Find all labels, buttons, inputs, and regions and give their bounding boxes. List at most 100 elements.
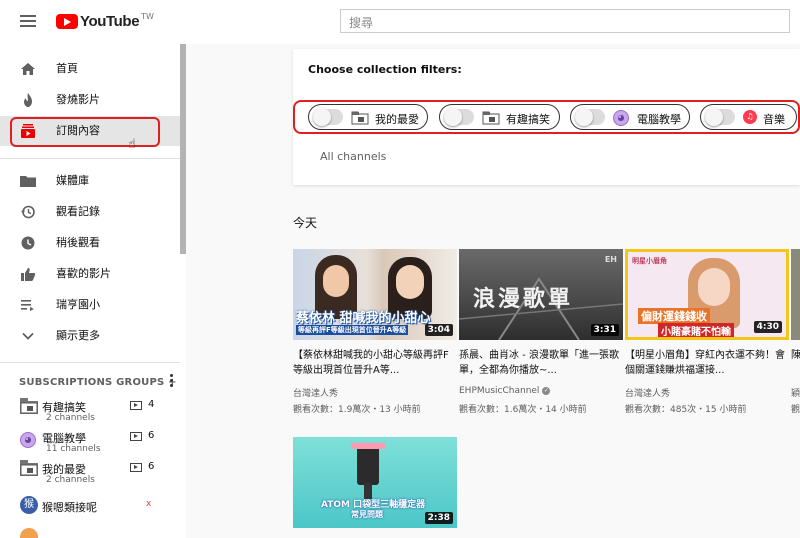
folder-icon [351,110,369,129]
sidebar-item-trending[interactable]: 發燒影片 [0,85,180,115]
tv-icon [130,401,142,410]
video-card[interactable]: 浪漫歌單 EH 3:31 孫晨、曲肖冰 - 浪漫歌單「進一張歌單，全都為你播放~… [459,249,623,429]
thumbs-up-icon [20,267,36,281]
chip-label: 音樂 [763,113,785,126]
thumbnail-corner-label: 明星小眉角 [632,257,667,265]
video-card[interactable]: 蔡依林 甜喊我的小甜心 等級再評F等級出現首位晉升A等級 3:04 【蔡依林甜喊… [293,249,457,429]
youtube-play-icon [56,14,78,29]
channel-name[interactable]: 台灣達人秀 [293,386,338,399]
filter-chip[interactable]: 有趣搞笑 [439,104,560,130]
folder-icon [20,398,38,414]
sidebar-item-label: 首頁 [56,62,78,75]
sidebar-item-library[interactable]: 媒體庫 [0,166,180,196]
youtube-logo[interactable]: YouTube TW [56,12,154,32]
thumbnail-caption: 蔡依林 甜喊我的小甜心 [296,311,431,326]
duration-badge: 4:30 [753,321,782,333]
video-card[interactable]: ATOM 口袋型三軸穩定器 常見問題 2:38 [293,437,457,528]
group-item[interactable]: 有趣搞笑 2 channels 4 [20,398,180,429]
folder-icon [482,110,500,129]
thumbnail-caption-sub: 小賭豪賭不怕輸 [658,323,734,337]
video-title[interactable]: 陳... [791,348,800,378]
video-thumbnail[interactable]: 浪漫歌單 EH 3:31 [459,249,623,340]
filter-chip[interactable]: ♫ 音樂 [700,104,797,130]
group-video-count: 4 [148,399,155,410]
video-meta: 觀看次數：1.9萬次・13 小時前 [293,405,421,415]
tv-icon [130,463,142,472]
sidebar-item-label: 顯示更多 [56,329,100,342]
video-meta: 觀看次數：485次・15 小時前 [625,405,747,415]
chip-label: 電腦教學 [637,113,681,126]
sidebar-item-label: 媒體庫 [56,174,89,187]
sidebar-scrollbar[interactable] [180,44,186,254]
video-title[interactable]: 【蔡依林甜喊我的小甜心等級再評F等級出現首位晉升A等... [293,348,453,378]
duration-badge: 3:04 [424,324,453,336]
menu-icon[interactable] [20,15,36,27]
video-thumbnail[interactable]: 蔡依林 甜喊我的小甜心 等級再評F等級出現首位晉升A等級 3:04 [293,249,457,340]
duration-badge: 2:38 [424,512,453,524]
divider [0,362,180,363]
channel-name[interactable]: 台灣達人秀 [625,386,670,399]
toggle-switch[interactable] [575,108,605,126]
video-meta: 觀看次數：1.6萬次・14 小時前 [459,405,587,415]
logo-text: YouTube [80,13,140,30]
thumbnail-caption-sub: 常見問題 [351,510,383,519]
channel-name[interactable]: 穎 [791,386,800,399]
duration-badge: 3:31 [590,324,619,336]
chevron-down-icon [20,329,36,343]
filter-chip[interactable]: ◕ 電腦教學 [570,104,690,130]
sidebar-item-label: 觀看記錄 [56,205,100,218]
tv-icon [130,432,142,441]
verified-icon: ✓ [542,386,551,395]
music-icon: ♫ [743,110,757,124]
video-thumbnail[interactable] [791,249,800,340]
group-item[interactable]: 我的最愛 2 channels 6 [20,460,180,491]
folder-icon [20,174,36,188]
sidebar-item-liked[interactable]: 喜歡的影片 [0,259,180,289]
toggle-switch[interactable] [444,108,474,126]
chip-label: 我的最愛 [375,113,419,126]
sidebar-item-history[interactable]: 觀看記錄 [0,197,180,227]
video-thumbnail[interactable]: 明星小眉角 偏財運錢錢收 小賭豪賭不怕輸 4:30 [625,249,789,340]
channel-avatar[interactable] [20,528,38,538]
all-channels-link[interactable]: All channels [320,150,386,163]
chip-label: 有趣搞笑 [506,113,550,126]
sidebar-item-label: 瑞亨園小 [56,298,100,311]
sidebar-item-label: 稍後觀看 [56,236,100,249]
playlist-icon [20,298,36,312]
filter-chip[interactable]: 我的最愛 [308,104,428,130]
video-title[interactable]: 孫晨、曲肖冰 - 浪漫歌單「進一張歌單，全都為你播放~... [459,348,619,378]
close-icon[interactable]: x [146,499,151,509]
collection-filters-panel: Choose collection filters: 我的最愛 有趣搞笑 ◕ 電… [293,49,800,185]
channel-name[interactable]: 猴嗯類接呢 [42,499,97,515]
group-video-count: 6 [148,461,155,472]
more-vert-icon[interactable] [170,374,174,389]
sidebar-item-show-more[interactable]: 顯示更多 [0,321,180,351]
search-input[interactable]: 搜尋 [340,9,790,33]
toggle-switch[interactable] [313,108,343,126]
channel-avatar[interactable]: 猴 [20,496,38,514]
toggle-switch[interactable] [705,108,735,126]
group-channel-count: 2 channels [46,413,95,423]
video-card[interactable]: 陳... 穎 觀 [791,249,800,429]
video-card[interactable]: 明星小眉角 偏財運錢錢收 小賭豪賭不怕輸 4:30 【明星小眉角】穿紅內衣運不夠… [625,249,789,429]
channel-name[interactable]: EHPMusicChannel ✓ [459,386,551,396]
history-icon [20,205,36,219]
sidebar-item-label: 發燒影片 [56,93,100,106]
subscription-groups-header[interactable]: SUBSCRIPTIONS GROUPS + [19,377,177,388]
sidebar-item-watch-later[interactable]: 稍後觀看 [0,228,180,258]
logo-region: TW [141,12,154,21]
video-title[interactable]: 【明星小眉角】穿紅內衣運不夠！會個關運錢賺烘福運接... [625,348,785,378]
sidebar-item-label: 喜歡的影片 [56,267,111,280]
thumbnail-caption: 浪漫歌單 [473,286,574,312]
clock-icon [20,236,36,250]
group-item[interactable]: ◕ 電腦教學 11 channels 6 [20,430,180,460]
group-video-count: 6 [148,430,155,441]
flame-icon [20,93,36,107]
brain-icon: ◕ [20,432,38,448]
video-thumbnail[interactable]: ATOM 口袋型三軸穩定器 常見問題 2:38 [293,437,457,528]
sidebar-item-playlist[interactable]: 瑞亨園小 [0,290,180,320]
thumbnail-caption: 偏財運錢錢收 [638,308,710,324]
brain-icon: ◕ [613,110,629,126]
hand-cursor-icon: ☝ [128,137,136,152]
sidebar-item-home[interactable]: 首頁 [0,54,180,84]
